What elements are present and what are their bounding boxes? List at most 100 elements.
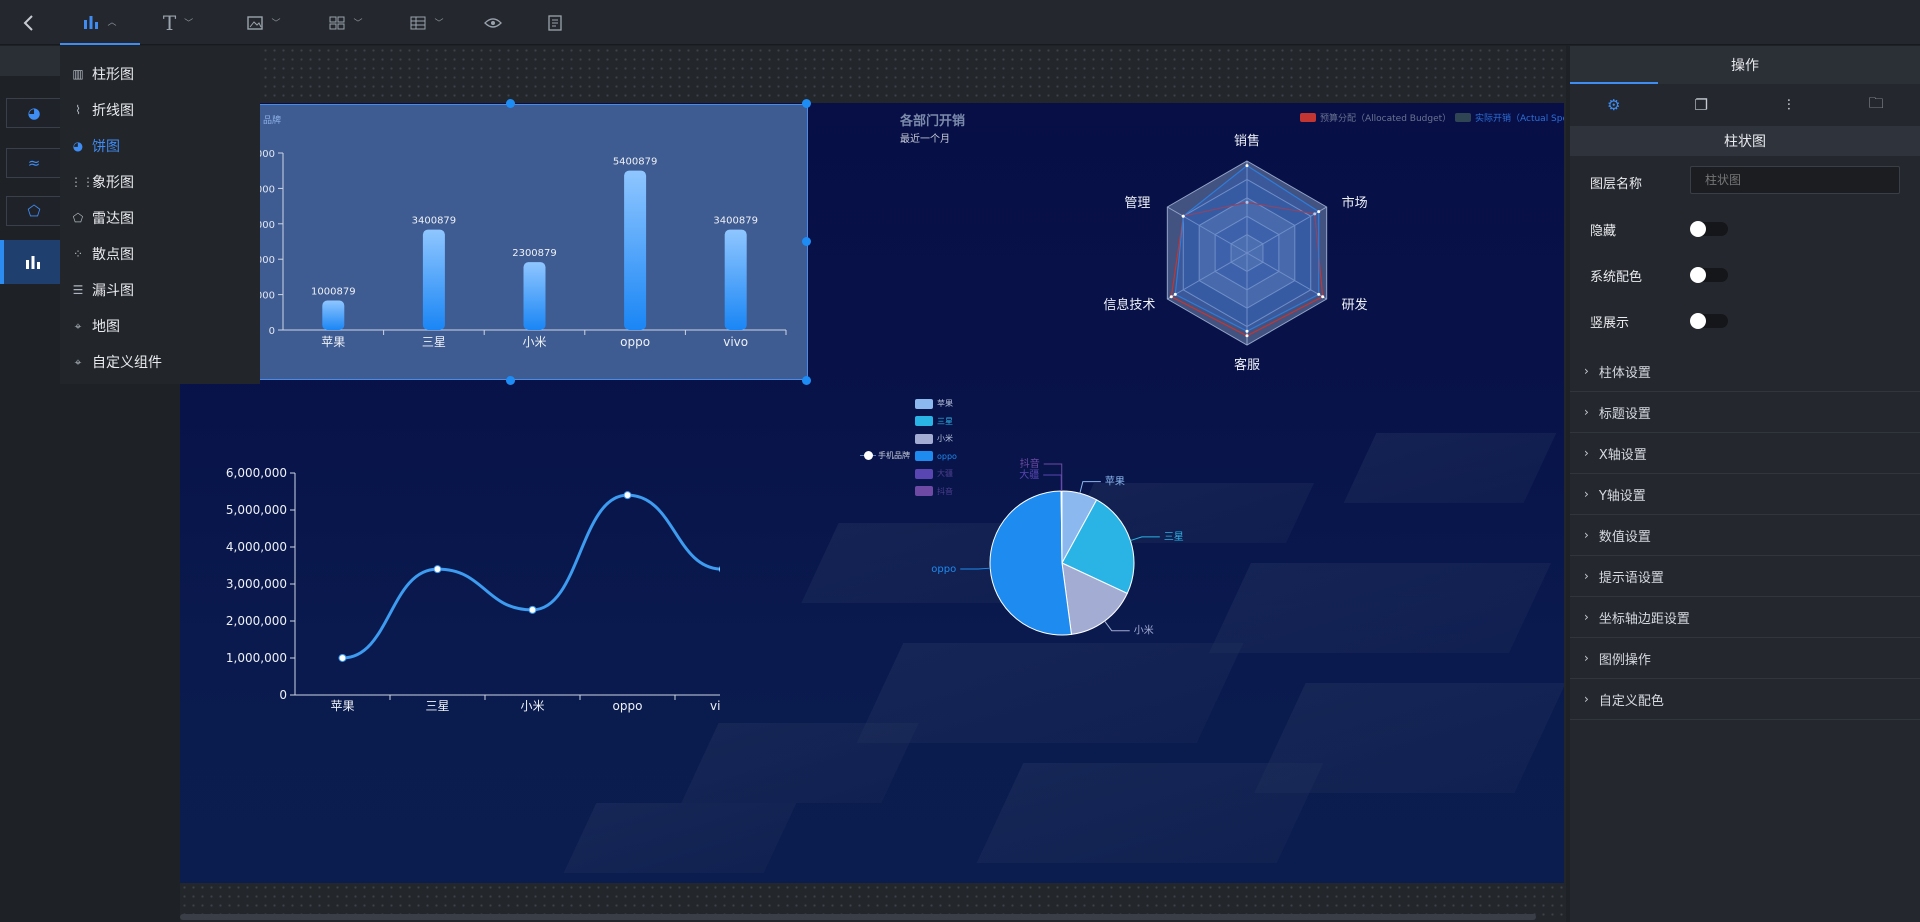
bar[interactable]: [624, 170, 647, 330]
menu-item-line-chart[interactable]: ⌇ 折线图: [70, 100, 134, 120]
collapsible-section[interactable]: › X轴设置: [1570, 433, 1920, 474]
layer-name-input[interactable]: [1690, 166, 1900, 194]
collapsible-label: 坐标轴边距设置: [1598, 611, 1690, 627]
collapsible-section[interactable]: › Y轴设置: [1570, 474, 1920, 515]
radar-indicator-label: 信息技术: [1103, 297, 1155, 313]
bar-x-label: 三星: [422, 335, 446, 349]
bar[interactable]: [322, 300, 345, 330]
copy-icon[interactable]: ❐: [1658, 84, 1746, 126]
line-y-tick: 5,000,000: [226, 503, 287, 517]
pie-widget[interactable]: 苹果 三星 小米 oppo 大疆 抖音 手机品牌 苹果 三星 小米 oppo 大疆 抖音: [800, 383, 1340, 673]
bar[interactable]: [422, 229, 445, 330]
collapsible-section[interactable]: › 标题设置: [1570, 392, 1920, 433]
bar-value-label: 3400879: [713, 216, 758, 227]
menu-item-pie-chart[interactable]: ◕ 饼图: [70, 136, 120, 156]
save-button[interactable]: [540, 0, 570, 45]
layer-bar-button[interactable]: [0, 240, 62, 284]
radar-point: [1245, 164, 1249, 168]
collapsible-label: 自定义配色: [1598, 693, 1664, 709]
menu-item-radar-chart[interactable]: ⬠ 雷达图: [70, 208, 134, 228]
line-x-label: 三星: [425, 699, 449, 713]
horizontal-scrollbar[interactable]: [180, 914, 1536, 920]
image-menu-button[interactable]: ﹀: [236, 0, 292, 45]
menu-item-label: 漏斗图: [92, 283, 134, 299]
line-y-tick: 1,000,000: [226, 651, 287, 665]
resize-handle-bottom[interactable]: [506, 376, 515, 385]
chart-menu-button[interactable]: ︿: [60, 0, 140, 45]
line-chart: 0 1,000,000 2,000,000 3,000,000 4,000,000 5,0…: [226, 466, 771, 713]
bar-x-label: vivo: [723, 335, 748, 349]
text-menu-button[interactable]: T ﹀: [150, 0, 206, 45]
collapsible-label: 图例操作: [1598, 652, 1651, 668]
bar-x-label: 小米: [522, 335, 546, 349]
line-point[interactable]: [623, 491, 632, 500]
chevron-down-icon: ﹀: [353, 19, 363, 29]
bar-x-label: oppo: [620, 335, 650, 349]
bar-widget[interactable]: 品牌 000 000 000 000 000 0 1000879 苹果 3400879 三星 230…: [192, 104, 808, 380]
system-color-toggle[interactable]: [1690, 267, 1728, 283]
layer-name-label: 图层名称: [1590, 177, 1643, 192]
layer-line-button[interactable]: ≈: [6, 148, 62, 178]
line-point[interactable]: [718, 565, 727, 574]
pie-chart-icon: ◕: [72, 139, 84, 153]
line-y-tick: 2,000,000: [226, 614, 287, 628]
line-series: [342, 493, 723, 660]
gear-icon[interactable]: ⚙: [1570, 84, 1658, 126]
line-y-tick: 6,000,000: [226, 466, 287, 480]
pictorial-chart-icon: ⋮⋮: [70, 175, 94, 189]
chevron-down-icon: ﹀: [184, 19, 194, 29]
collapsible-section[interactable]: › 提示语设置: [1570, 556, 1920, 597]
layer-radar-button[interactable]: ⬠: [6, 196, 62, 226]
table-menu-button[interactable]: ﹀: [399, 0, 455, 45]
funnel-chart-icon: ☰: [72, 283, 84, 297]
collapsible-label: 标题设置: [1598, 406, 1651, 422]
bar[interactable]: [724, 229, 747, 330]
layer-pie-button[interactable]: ◕: [6, 98, 62, 128]
resize-handle-bottom-right[interactable]: [802, 376, 811, 385]
collapsible-section[interactable]: › 数值设置: [1570, 515, 1920, 556]
line-x-label: vivo: [710, 699, 720, 713]
line-point[interactable]: [338, 653, 347, 662]
resize-handle-top-right[interactable]: [802, 99, 811, 108]
chevron-right-icon: ›: [1584, 364, 1589, 378]
menu-item-scatter-chart[interactable]: ⁘ 散点图: [70, 244, 134, 264]
line-x-label: oppo: [613, 699, 643, 713]
line-widget[interactable]: 0 1,000,000 2,000,000 3,000,000 4,000,000 5,0…: [220, 448, 771, 718]
sliders-icon[interactable]: ⫶: [1745, 84, 1833, 126]
line-point[interactable]: [433, 565, 442, 574]
line-point[interactable]: [528, 605, 537, 614]
component-menu-button[interactable]: ﹀: [318, 0, 374, 45]
pie-slice-label: 苹果: [1105, 475, 1125, 488]
radar-point: [1317, 210, 1321, 214]
chevron-down-icon: ﹀: [434, 19, 444, 29]
bar[interactable]: [523, 262, 546, 330]
preview-button[interactable]: [478, 0, 508, 45]
bar-value-label: 5400879: [613, 157, 658, 168]
collapsible-section[interactable]: › 坐标轴边距设置: [1570, 597, 1920, 638]
back-button[interactable]: [12, 0, 46, 45]
chevron-up-icon: ︿: [107, 18, 117, 28]
collapsible-section[interactable]: › 自定义配色: [1570, 679, 1920, 720]
folder-icon[interactable]: 🗀: [1833, 84, 1920, 126]
radar-point: [1169, 295, 1173, 299]
pie-slice-label: 抖音: [1020, 457, 1040, 470]
vertical-toggle[interactable]: [1690, 313, 1728, 329]
line-y-tick: 3,000,000: [226, 577, 287, 591]
collapsible-section[interactable]: › 柱体设置: [1570, 351, 1920, 392]
radar-point: [1173, 292, 1177, 296]
radar-widget[interactable]: 各部门开销 最近一个月 预算分配（Allocated Budget） 实际开销（…: [880, 103, 1564, 393]
menu-item-pictorial-chart[interactable]: ⋮⋮ 象形图: [70, 172, 134, 192]
hide-toggle[interactable]: [1690, 221, 1728, 237]
resize-handle-right[interactable]: [802, 237, 811, 246]
menu-item-label: 柱形图: [92, 67, 134, 83]
pie-slice[interactable]: [989, 490, 1073, 636]
menu-item-map[interactable]: ⌖ 地图: [70, 316, 120, 336]
radar-indicator-label: 市场: [1342, 195, 1368, 211]
menu-item-bar-chart[interactable]: ▥ 柱形图: [70, 64, 134, 84]
collapsible-section[interactable]: › 图例操作: [1570, 638, 1920, 679]
panel-tab-operations[interactable]: 操作: [1570, 46, 1920, 84]
menu-item-custom-component[interactable]: ⌖ 自定义组件: [70, 352, 162, 372]
menu-item-funnel-chart[interactable]: ☰ 漏斗图: [70, 280, 134, 300]
resize-handle-top[interactable]: [506, 99, 515, 108]
text-icon: T: [162, 10, 177, 35]
